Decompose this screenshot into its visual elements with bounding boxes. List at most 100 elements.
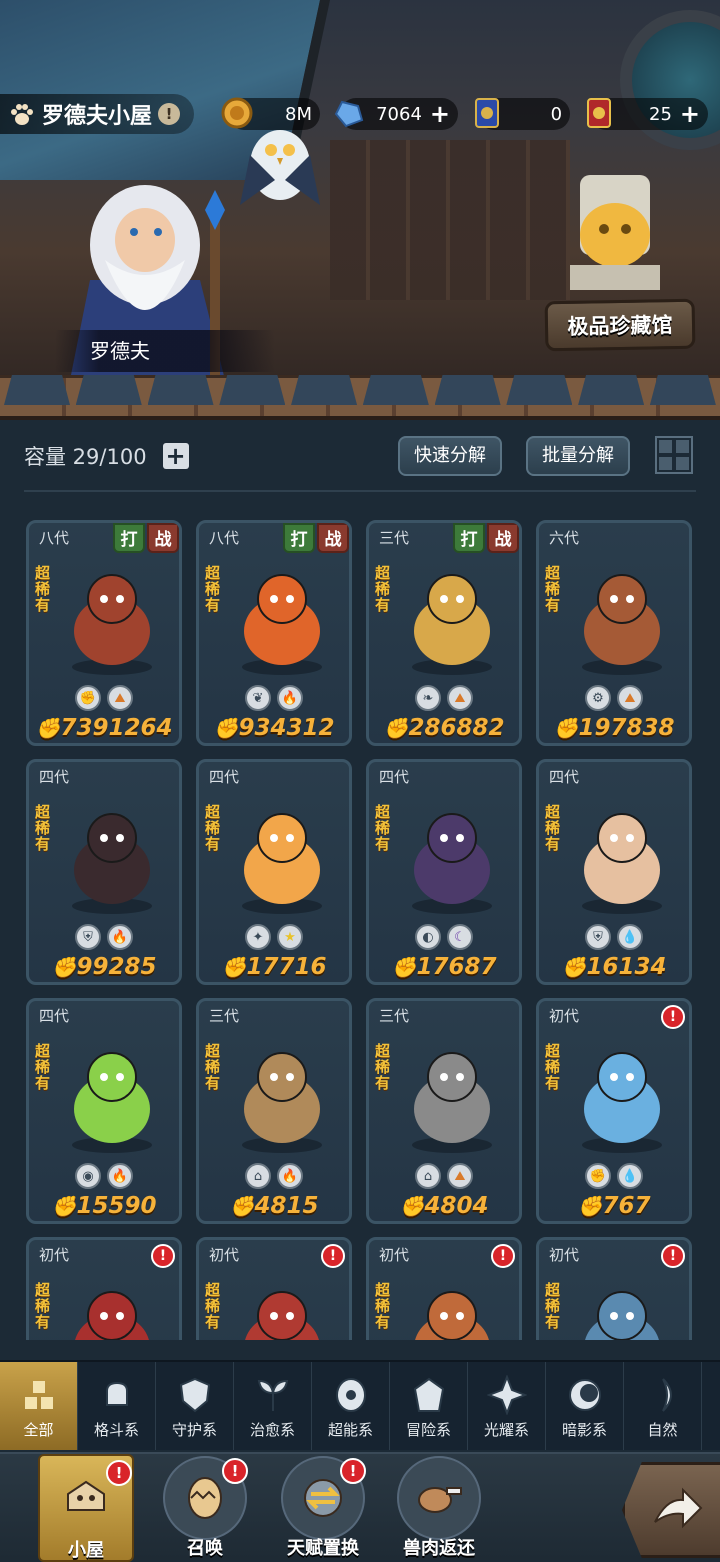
pet-creature-icon [582, 1052, 662, 1153]
pet-creature-icon [412, 813, 492, 914]
category-tab-6[interactable]: 光耀系 [468, 1362, 546, 1450]
pet-creature-icon [245, 1291, 319, 1340]
pet-card[interactable]: 初代 超稀有! [366, 1237, 522, 1340]
pet-card[interactable]: 初代 超稀有! [196, 1237, 352, 1340]
arrow-right-icon [654, 1487, 703, 1529]
pet-generation: 三代 [379, 1007, 410, 1025]
quick-decompose-button[interactable]: 快速分解 [398, 436, 502, 476]
earth-type-icon: ⛰ [447, 1163, 473, 1189]
category-tab-3[interactable]: 治愈系 [234, 1362, 312, 1450]
sprout-icon [257, 1379, 288, 1411]
adventure-icon [413, 1377, 444, 1412]
earth-type-icon: ⛰ [107, 685, 133, 711]
category-tab-7[interactable]: 暗影系 [546, 1362, 624, 1450]
pet-card[interactable]: 四代 超稀有 ◐ ☾ ✊17687 [366, 759, 522, 985]
pet-card[interactable]: 三代 超稀有 ⌂ ⛰ ✊4804 [366, 998, 522, 1224]
nature-icon [661, 1377, 672, 1412]
egg-icon [188, 1477, 222, 1519]
pet-creature-icon [72, 574, 152, 675]
pet-generation: 八代 [209, 529, 240, 547]
pet-card[interactable]: 三代 超稀有 打战 ❧ ⛰ ✊286882 [366, 520, 522, 746]
generation-card-resource[interactable]: 0 [475, 98, 571, 130]
grid-view-icon[interactable] [655, 436, 693, 474]
crystal-value: 7064 [376, 103, 422, 125]
pet-generation: 四代 [39, 1007, 70, 1025]
nav-label: 兽肉返还 [403, 1538, 475, 1559]
pet-card[interactable]: 四代 超稀有 ✦ ★ ✊17716 [196, 759, 352, 985]
power-icon: ✊ [213, 716, 239, 740]
pet-card[interactable]: 八代 超稀有打战 ✊ ⛰ ✊7391264 [26, 520, 182, 746]
pet-creature-icon [242, 1052, 322, 1153]
nav-egg[interactable]: 召唤! [150, 1454, 260, 1562]
pet-card[interactable]: 四代 超稀有 ◉ 🔥 ✊15590 [26, 998, 182, 1224]
pet-card[interactable]: 四代 超稀有 ⛨ 🔥 ✊99285 [26, 759, 182, 985]
pet-creature-icon [582, 574, 662, 675]
generation-card-icon [475, 98, 500, 128]
crystal-plus-button[interactable]: + [430, 102, 450, 126]
pet-generation: 初代 [549, 1246, 580, 1264]
bookshelf [330, 140, 570, 300]
pet-power-value: 99285 [76, 954, 157, 980]
crystal-resource[interactable]: 7064 + [334, 98, 459, 130]
pet-generation: 四代 [379, 768, 410, 786]
category-tab-5[interactable]: 冒险系 [390, 1362, 468, 1450]
pet-card[interactable]: 三代 超稀有 ⌂ 🔥 ✊4815 [196, 998, 352, 1224]
bottom-navigation: 小屋! 召唤! 天赋置换! 兽肉返还 [0, 1452, 720, 1562]
pet-rarity: 超稀有 [375, 1281, 391, 1331]
pet-rarity: 超稀有 [35, 564, 51, 614]
pet-power-value: 4804 [424, 1193, 489, 1219]
swap-icon [304, 1479, 342, 1517]
pet-grid: 八代 超稀有打战 ✊ ⛰ ✊7391264 八代 超稀有打战 ❦ 🔥 ✊934312 三代 超稀有打战… [26, 520, 696, 1340]
fire-type-icon: 🔥 [107, 924, 133, 950]
info-icon[interactable]: ! [158, 103, 181, 125]
pet-power-value: 16134 [586, 954, 667, 980]
category-tab-2[interactable]: 守护系 [156, 1362, 234, 1450]
fight-tag: 打 [283, 523, 315, 553]
pet-card[interactable]: 初代 超稀有! [26, 1237, 182, 1340]
pet-power-value: 4815 [254, 1193, 319, 1219]
shield-type-icon: ⛨ [75, 924, 101, 950]
category-label: 暗影系 [561, 1420, 607, 1439]
nav-label: 天赋置换 [287, 1538, 359, 1559]
premium-collection-button[interactable]: 极品珍藏馆 [544, 298, 696, 352]
category-tab-0[interactable]: 全部 [0, 1362, 78, 1450]
pet-card[interactable]: 四代 超稀有 ⛨ 💧 ✊16134 [536, 759, 692, 985]
light-type-icon: ✦ [245, 924, 271, 950]
power-icon: ✊ [51, 955, 77, 979]
pet-card[interactable]: 初代 超稀有! [536, 1237, 692, 1340]
nav-meat[interactable]: 兽肉返还 [384, 1454, 494, 1562]
pet-generation: 四代 [209, 768, 240, 786]
pet-generation: 三代 [379, 529, 410, 547]
gold-resource[interactable]: 8M [221, 97, 321, 130]
pet-rarity: 超稀有 [545, 564, 561, 614]
gold-card-resource[interactable]: 25 + [587, 98, 709, 130]
gold-card-plus-button[interactable]: + [680, 102, 700, 126]
meat-icon [418, 1487, 462, 1513]
house-title[interactable]: 罗德夫小屋 ! [0, 94, 195, 134]
pet-rarity: 超稀有 [375, 1042, 391, 1092]
pet-card[interactable]: 初代 超稀有! ✊ 💧 ✊767 [536, 998, 692, 1224]
next-arrow-button[interactable] [622, 1462, 720, 1558]
pet-generation: 三代 [209, 1007, 240, 1025]
pet-rarity: 超稀有 [375, 803, 391, 853]
nav-swap[interactable]: 天赋置换! [268, 1454, 378, 1562]
category-tab-8[interactable]: 自然 [624, 1362, 702, 1450]
leaf-water-type-icon: ❧ [415, 685, 441, 711]
pet-card[interactable]: 六代 超稀有 ⚙ ⛰ ✊197838 [536, 520, 692, 746]
pet-rarity: 超稀有 [545, 803, 561, 853]
battle-tag: 战 [317, 523, 349, 553]
batch-decompose-button[interactable]: 批量分解 [526, 436, 630, 476]
nav-house[interactable]: 小屋! [38, 1454, 134, 1562]
power-icon: ✊ [383, 716, 409, 740]
category-tab-1[interactable]: 格斗系 [78, 1362, 156, 1450]
category-tab-4[interactable]: 超能系 [312, 1362, 390, 1450]
fist-type-icon: ✊ [585, 1163, 611, 1189]
expand-capacity-button[interactable]: + [162, 443, 189, 469]
pet-creature-icon [75, 1291, 149, 1340]
pet-power-value: 767 [602, 1193, 651, 1219]
pet-creature-icon [72, 813, 152, 914]
alert-icon: ! [222, 1458, 248, 1484]
power-icon: ✊ [221, 955, 247, 979]
pet-creature-icon [415, 1291, 489, 1340]
pet-card[interactable]: 八代 超稀有 打战 ❦ 🔥 ✊934312 [196, 520, 352, 746]
